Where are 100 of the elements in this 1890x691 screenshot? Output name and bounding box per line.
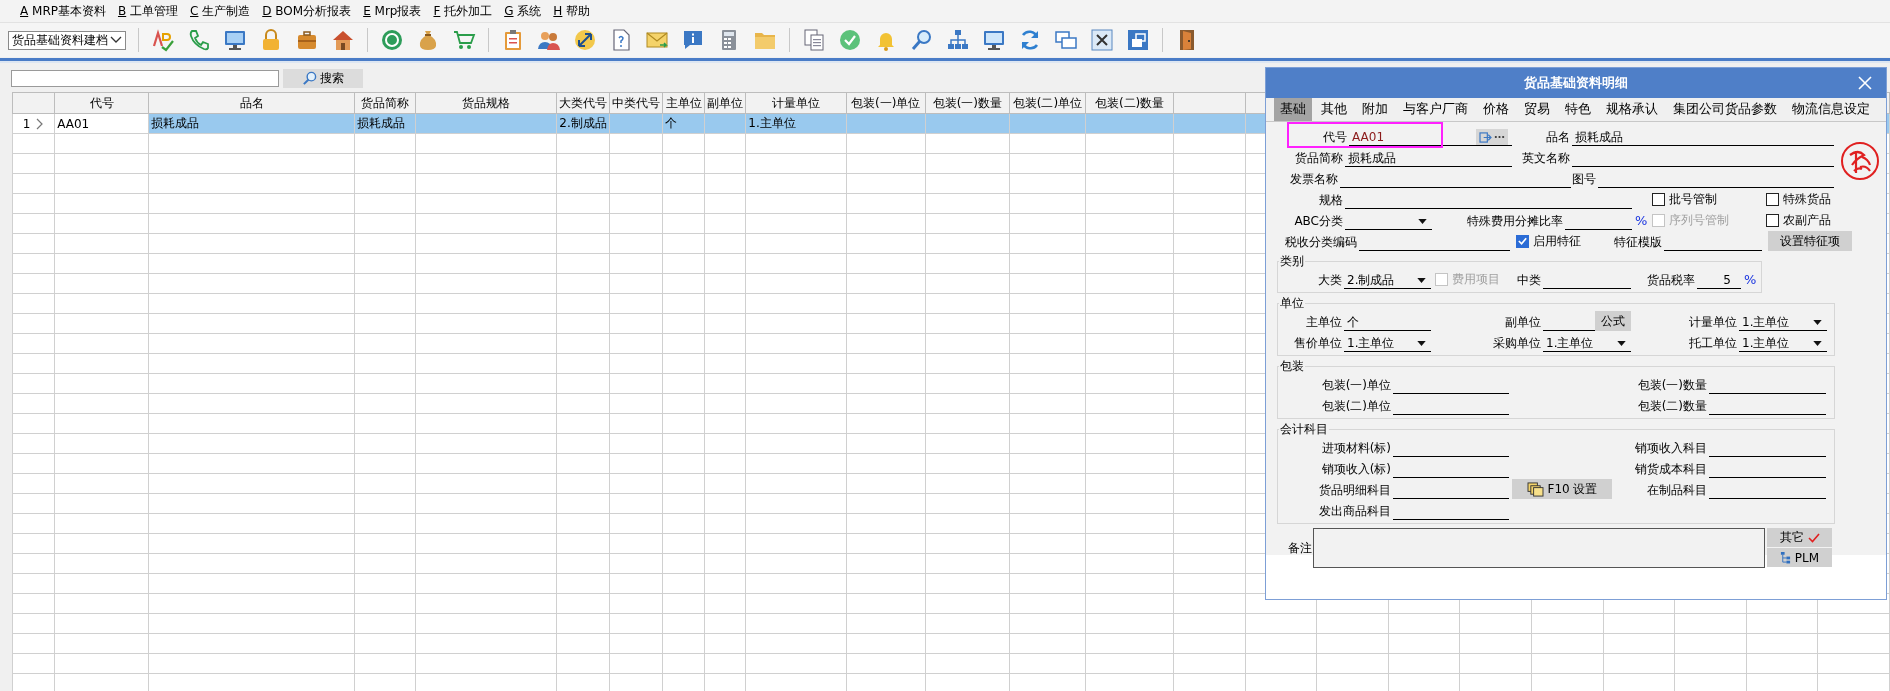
column-header[interactable]: 中类代号 xyxy=(609,92,663,114)
caret-icon xyxy=(1417,340,1426,346)
field-label: 规格 xyxy=(1318,192,1344,209)
current-row-icon xyxy=(36,118,45,130)
table-cell: 损耗成品 xyxy=(357,116,406,130)
checkbox[interactable] xyxy=(1766,192,1779,206)
coin-icon xyxy=(380,28,404,52)
column-header[interactable]: 大类代号 xyxy=(556,92,610,114)
search-field[interactable] xyxy=(11,69,279,87)
column-header[interactable]: 货品简称 xyxy=(354,92,416,114)
dropdown[interactable]: 1.主单位 xyxy=(1739,335,1827,352)
caret-icon xyxy=(1417,277,1426,283)
menu-item[interactable]: G 系统 xyxy=(500,2,546,20)
browse-button[interactable] xyxy=(1476,129,1508,145)
field-label: 在制品科目 xyxy=(1646,482,1708,499)
column-header[interactable]: 副单位 xyxy=(704,92,746,114)
menu-item[interactable]: C 生产制造 xyxy=(186,2,255,20)
folders-icon xyxy=(1526,481,1544,497)
caret-icon xyxy=(110,36,122,44)
windows-icon xyxy=(1054,28,1078,52)
group-title: 包装 xyxy=(1279,360,1305,373)
column-header[interactable]: 包装(二)单位 xyxy=(1009,92,1086,114)
briefcase-icon xyxy=(295,28,319,52)
stamp-icon xyxy=(1840,141,1880,181)
column-header[interactable]: 主单位 xyxy=(662,92,705,114)
menu-item[interactable]: F 托外加工 xyxy=(429,2,497,20)
field-label: 包装(一)单位 xyxy=(1320,377,1392,394)
caret-icon xyxy=(1813,319,1822,325)
group-title: 单位 xyxy=(1279,297,1305,310)
text-field[interactable]: 个 xyxy=(1344,314,1431,331)
form-button[interactable]: 设置特征项 xyxy=(1768,231,1852,251)
text-field[interactable]: 损耗成品 xyxy=(1572,129,1834,146)
checkbox-label: 序列号管制 xyxy=(1669,211,1729,229)
checkbox[interactable] xyxy=(1766,213,1779,227)
dropdown[interactable]: 1.主单位 xyxy=(1344,335,1431,352)
column-header[interactable]: 货品规格 xyxy=(415,92,557,114)
check-icon xyxy=(1807,532,1820,543)
arrows-icon xyxy=(573,28,597,52)
group-title: 会计科目 xyxy=(1279,423,1329,436)
search-button[interactable]: 搜索 xyxy=(283,68,363,88)
tab[interactable]: 基础 xyxy=(1274,98,1312,121)
text-field[interactable]: 5 xyxy=(1697,272,1741,289)
field-label: 采购单位 xyxy=(1492,335,1542,352)
field-label: 包装(二)单位 xyxy=(1320,398,1392,415)
menu-item[interactable]: H 帮助 xyxy=(549,2,595,20)
checkbox-label: 费用项目 xyxy=(1452,270,1500,288)
field-label: 计量单位 xyxy=(1688,314,1738,331)
side-button[interactable]: 其它 xyxy=(1767,528,1832,547)
spell-check-icon xyxy=(151,28,175,52)
column-header[interactable]: 品名 xyxy=(148,92,355,114)
checkbox[interactable] xyxy=(1516,234,1529,248)
close-icon[interactable] xyxy=(1858,76,1872,90)
copy-icon xyxy=(802,28,826,52)
field-label: 货品明细科目 xyxy=(1318,482,1392,499)
menu-item[interactable]: A MRP基本资料 xyxy=(16,2,110,20)
field-label: 特征模版 xyxy=(1613,234,1663,251)
table-cell: 个 xyxy=(665,116,678,130)
side-button[interactable]: PLM xyxy=(1767,548,1832,567)
field-label: 包装(一)数量 xyxy=(1636,377,1708,394)
field-label: 税收分类编码 xyxy=(1284,234,1358,251)
percent-sign: % xyxy=(1635,212,1647,230)
checkbox-label: 农副产品 xyxy=(1783,211,1831,229)
menu-item[interactable]: D BOM分析报表 xyxy=(258,2,356,20)
column-header[interactable]: 计量单位 xyxy=(745,92,847,114)
dropdown[interactable]: 1.主单位 xyxy=(1739,314,1827,331)
caret-icon xyxy=(1617,340,1626,346)
more-icon xyxy=(1494,135,1505,139)
column-header[interactable]: 包装(二)数量 xyxy=(1085,92,1174,114)
search-icon xyxy=(910,28,934,52)
menu-item[interactable]: B 工单管理 xyxy=(113,2,183,20)
field-label: 主单位 xyxy=(1305,314,1343,331)
close-icon xyxy=(1090,28,1114,52)
menu-item[interactable]: E Mrp报表 xyxy=(359,2,426,20)
remark-field[interactable] xyxy=(1313,528,1765,568)
checkbox-label: 批号管制 xyxy=(1669,190,1717,208)
caret-icon xyxy=(1813,340,1822,346)
column-header[interactable]: 包装(一)数量 xyxy=(925,92,1010,114)
field-label: 副单位 xyxy=(1504,314,1542,331)
check-circle-icon xyxy=(838,28,862,52)
table-cell: AA01 xyxy=(57,116,90,131)
checkbox[interactable] xyxy=(1652,192,1665,206)
field-label: 备注 xyxy=(1287,540,1312,557)
text-field[interactable]: 损耗成品 xyxy=(1345,150,1512,167)
field-label: 包装(二)数量 xyxy=(1636,398,1708,415)
phone-icon xyxy=(187,28,211,52)
form-button[interactable]: F10 设置 xyxy=(1512,479,1612,499)
monitor-icon xyxy=(223,28,247,52)
form-button[interactable]: 公式 xyxy=(1595,311,1631,331)
field-label: 销项收入科目 xyxy=(1634,440,1708,457)
field-label: 货品税率 xyxy=(1646,272,1696,289)
field-label: 特殊费用分摊比率 xyxy=(1466,213,1564,230)
checkbox-label: 特殊货品 xyxy=(1783,190,1831,208)
column-header[interactable]: 包装(一)单位 xyxy=(846,92,926,114)
dropdown[interactable]: 2.制成品 xyxy=(1344,272,1431,289)
field-label: 大类 xyxy=(1317,272,1343,289)
column-header[interactable]: 代号 xyxy=(54,92,149,114)
dropdown[interactable]: 1.主单位 xyxy=(1543,335,1631,352)
export-icon xyxy=(1479,131,1492,143)
module-dropdown[interactable]: 货品基础资料建档 xyxy=(8,30,126,50)
table-cell: 1.主单位 xyxy=(748,116,796,130)
